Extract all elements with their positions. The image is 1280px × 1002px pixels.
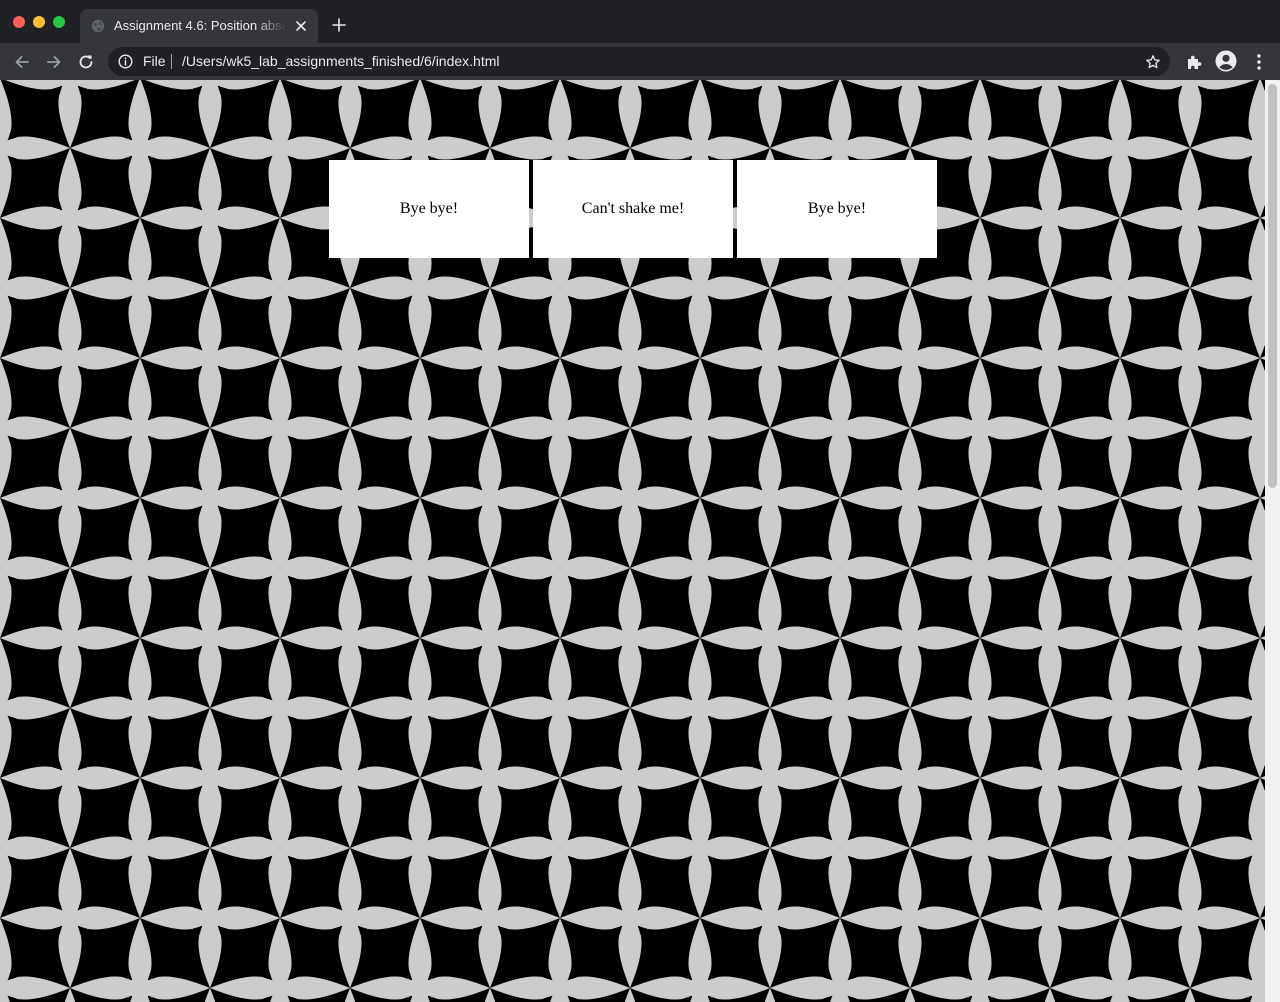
- back-arrow-icon[interactable]: [12, 52, 32, 72]
- page-viewport: Bye bye! Can't shake me! Bye bye!: [0, 80, 1265, 1002]
- close-icon[interactable]: [294, 19, 308, 33]
- box-cant-shake: Can't shake me!: [533, 160, 733, 258]
- tab-title: Assignment 4.6: Position absolute: [114, 18, 286, 33]
- browser-window: Assignment 4.6: Position absolute: [0, 0, 1280, 1002]
- window-minimize-button[interactable]: [33, 16, 45, 28]
- box-bye-left: Bye bye!: [329, 160, 529, 258]
- star-icon[interactable]: [1145, 54, 1161, 70]
- globe-icon: [91, 19, 105, 33]
- url-scheme-label: File: [143, 53, 166, 69]
- forward-arrow-icon[interactable]: [44, 52, 64, 72]
- puzzle-icon[interactable]: [1184, 52, 1204, 72]
- url-text[interactable]: /Users/wk5_lab_assignments_finished/6/in…: [182, 53, 500, 70]
- profile-icon[interactable]: [1215, 50, 1237, 72]
- browser-toolbar: File /Users/wk5_lab_assignments_finished…: [0, 43, 1280, 80]
- url-separator: [171, 54, 172, 69]
- box-bye-right: Bye bye!: [737, 160, 937, 258]
- vertical-scrollbar[interactable]: [1265, 80, 1280, 1002]
- box-row: Bye bye! Can't shake me! Bye bye!: [329, 160, 937, 258]
- box-label: Bye bye!: [399, 200, 459, 217]
- address-bar[interactable]: File /Users/wk5_lab_assignments_finished…: [108, 47, 1170, 76]
- new-tab-icon[interactable]: [331, 17, 347, 33]
- box-label: Can't shake me!: [581, 200, 685, 217]
- box-label: Bye bye!: [807, 200, 867, 217]
- tab-strip: Assignment 4.6: Position absolute: [0, 0, 1280, 43]
- window-close-button[interactable]: [13, 16, 25, 28]
- kebab-menu-icon[interactable]: [1249, 52, 1269, 72]
- window-maximize-button[interactable]: [53, 16, 65, 28]
- tab-active[interactable]: Assignment 4.6: Position absolute: [80, 9, 318, 43]
- reload-icon[interactable]: [76, 52, 96, 72]
- info-icon[interactable]: [118, 54, 133, 69]
- scrollbar-thumb[interactable]: [1268, 84, 1277, 488]
